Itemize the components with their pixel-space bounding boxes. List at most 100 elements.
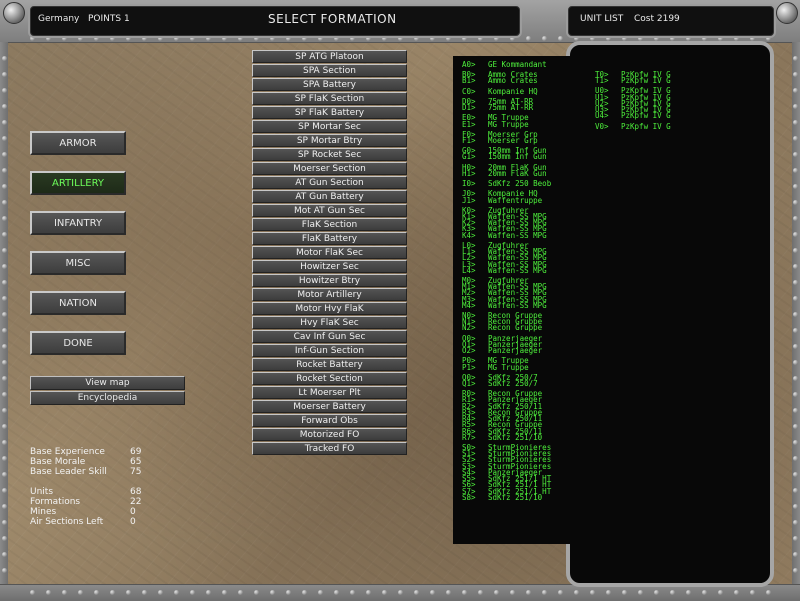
rivet-icon [2, 296, 7, 301]
unit-list-item[interactable]: V0> PzKpfw IV G [595, 121, 671, 131]
unit-list-item[interactable]: K4> Waffen-SS MPG [462, 230, 547, 240]
rivet-icon [793, 472, 798, 477]
formation-button[interactable]: Moerser Section [252, 162, 407, 175]
formation-button[interactable]: Rocket Section [252, 372, 407, 385]
armor-button[interactable]: ARMOR [30, 131, 126, 155]
unit-list-item[interactable]: T1> PzKpfw IV G [595, 77, 671, 85]
formation-button-label: SP Mortar Btry [296, 135, 363, 146]
rivet-icon [793, 184, 798, 189]
formation-button[interactable]: SP FlaK Battery [252, 106, 407, 119]
formation-button[interactable]: SP ATG Platoon [252, 50, 407, 63]
unit-list-item[interactable]: R7> SdKfz 251/10 [462, 434, 542, 442]
encyclopedia-label: Encyclopedia [77, 393, 138, 403]
formation-button[interactable]: SP Mortar Btry [252, 134, 407, 147]
formation-button[interactable]: Howitzer Btry [252, 274, 407, 287]
unit-list-item[interactable]: I0> SdKfz 250 Beob [462, 180, 551, 188]
corner-bolt-icon [3, 2, 25, 24]
rivet-icon [2, 520, 7, 525]
unit-name: 150mm Inf Gun [488, 152, 547, 162]
formation-button-label: SPA Section [302, 65, 357, 76]
done-button[interactable]: DONE [30, 331, 126, 355]
formation-button[interactable]: FlaK Section [252, 218, 407, 231]
formation-button[interactable]: Motor FlaK Sec [252, 246, 407, 259]
stat-row: Formations 22 [30, 497, 170, 507]
stat-label: Base Leader Skill [30, 467, 107, 477]
unit-name: Waffentruppe [488, 195, 543, 205]
formation-button[interactable]: SPA Section [252, 64, 407, 77]
unit-list-label: UNIT LIST [580, 14, 624, 24]
stat-row: Base Experience 69 [30, 447, 170, 457]
rivet-icon [793, 72, 798, 77]
unit-code: M4> [462, 300, 476, 310]
formation-button[interactable]: Hvy FlaK Sec [252, 316, 407, 329]
rivet-icon [430, 590, 435, 595]
rivet-icon [793, 120, 798, 125]
formation-button[interactable]: Motorized FO [252, 428, 407, 441]
rivet-icon [2, 536, 7, 541]
formation-button[interactable]: Forward Obs [252, 414, 407, 427]
cost-label: Cost 2199 [634, 14, 680, 24]
artillery-button[interactable]: ARTILLERY [30, 171, 126, 195]
rivet-icon [793, 56, 798, 61]
formation-button-label: Howitzer Sec [300, 261, 359, 272]
formation-button[interactable]: AT Gun Section [252, 176, 407, 189]
rivet-icon [793, 488, 798, 493]
rivet-icon [2, 312, 7, 317]
rivet-icon [142, 590, 147, 595]
unit-list-item[interactable]: B1> Ammo Crates [462, 77, 538, 85]
formation-button[interactable]: Howitzer Sec [252, 260, 407, 273]
formation-button[interactable]: Inf-Gun Section [252, 344, 407, 357]
unit-list-item[interactable]: P1> MG Truppe [462, 362, 529, 372]
formation-button[interactable]: Tracked FO [252, 442, 407, 455]
unit-list-item[interactable]: Q1> SdKfz 250/7 [462, 380, 538, 388]
formation-button-label: Moerser Section [293, 163, 366, 174]
rivet-icon [238, 590, 243, 595]
unit-list-item[interactable]: S8> SdKfz 251/10 [462, 494, 542, 502]
view-map-button[interactable]: View map [30, 376, 185, 390]
rivet-icon [46, 590, 51, 595]
unit-list-item[interactable]: A0> GE Kommandant [462, 61, 547, 69]
unit-list-item[interactable]: U4> PzKpfw IV G [595, 112, 671, 120]
unit-list-item[interactable]: L4> Waffen-SS MPG [462, 266, 547, 274]
unit-code: O2> [462, 346, 476, 356]
formation-button[interactable]: Lt Moerser Plt [252, 386, 407, 399]
unit-list-item[interactable]: N2> Recon Gruppe [462, 324, 542, 332]
unit-list-item[interactable]: H1> 20mm FlaK Gun [462, 170, 547, 178]
rivet-icon [606, 590, 611, 595]
unit-list-item[interactable]: E1> MG Truppe [462, 120, 529, 128]
formation-button[interactable]: Moerser Battery [252, 400, 407, 413]
infantry-button[interactable]: INFANTRY [30, 211, 126, 235]
formation-button[interactable]: SP FlaK Section [252, 92, 407, 105]
unit-list-item[interactable]: G1> 150mm Inf Gun [462, 152, 547, 162]
stat-label: Formations [30, 497, 81, 507]
rivet-icon [2, 568, 7, 573]
unit-list-item[interactable]: F1> Moerser Grp [462, 137, 538, 145]
encyclopedia-button[interactable]: Encyclopedia [30, 391, 185, 405]
formation-button[interactable]: Motor Artillery [252, 288, 407, 301]
unit-code: K4> [462, 230, 476, 240]
unit-list-item[interactable]: C0> Kompanie HQ [462, 87, 538, 95]
formation-button[interactable]: SP Mortar Sec [252, 120, 407, 133]
rivet-icon [793, 248, 798, 253]
formation-button[interactable]: Rocket Battery [252, 358, 407, 371]
formation-button[interactable]: AT Gun Battery [252, 190, 407, 203]
unit-list-item[interactable]: D1> 75mm AT-RR [462, 104, 533, 112]
unit-list-item[interactable]: J1> Waffentruppe [462, 195, 543, 205]
rivet-icon [2, 456, 7, 461]
stat-row: Base Leader Skill 75 [30, 467, 170, 477]
formation-button[interactable]: SPA Battery [252, 78, 407, 91]
formation-button[interactable]: Cav Inf Gun Sec [252, 330, 407, 343]
rivet-icon [793, 344, 798, 349]
formation-button[interactable]: FlaK Battery [252, 232, 407, 245]
misc-button[interactable]: MISC [30, 251, 126, 275]
nation-button[interactable]: NATION [30, 291, 126, 315]
rivet-icon [793, 520, 798, 525]
formation-button[interactable]: Motor Hvy FlaK [252, 302, 407, 315]
formation-button[interactable]: SP Rocket Sec [252, 148, 407, 161]
unit-name: MG Truppe [488, 362, 529, 372]
unit-name: PzKpfw IV G [621, 121, 671, 131]
rivet-icon [2, 424, 7, 429]
formation-button[interactable]: Mot AT Gun Sec [252, 204, 407, 217]
unit-list-item[interactable]: O2> Panzerjaeger [462, 346, 542, 356]
unit-list-item[interactable]: M4> Waffen-SS MPG [462, 300, 547, 310]
